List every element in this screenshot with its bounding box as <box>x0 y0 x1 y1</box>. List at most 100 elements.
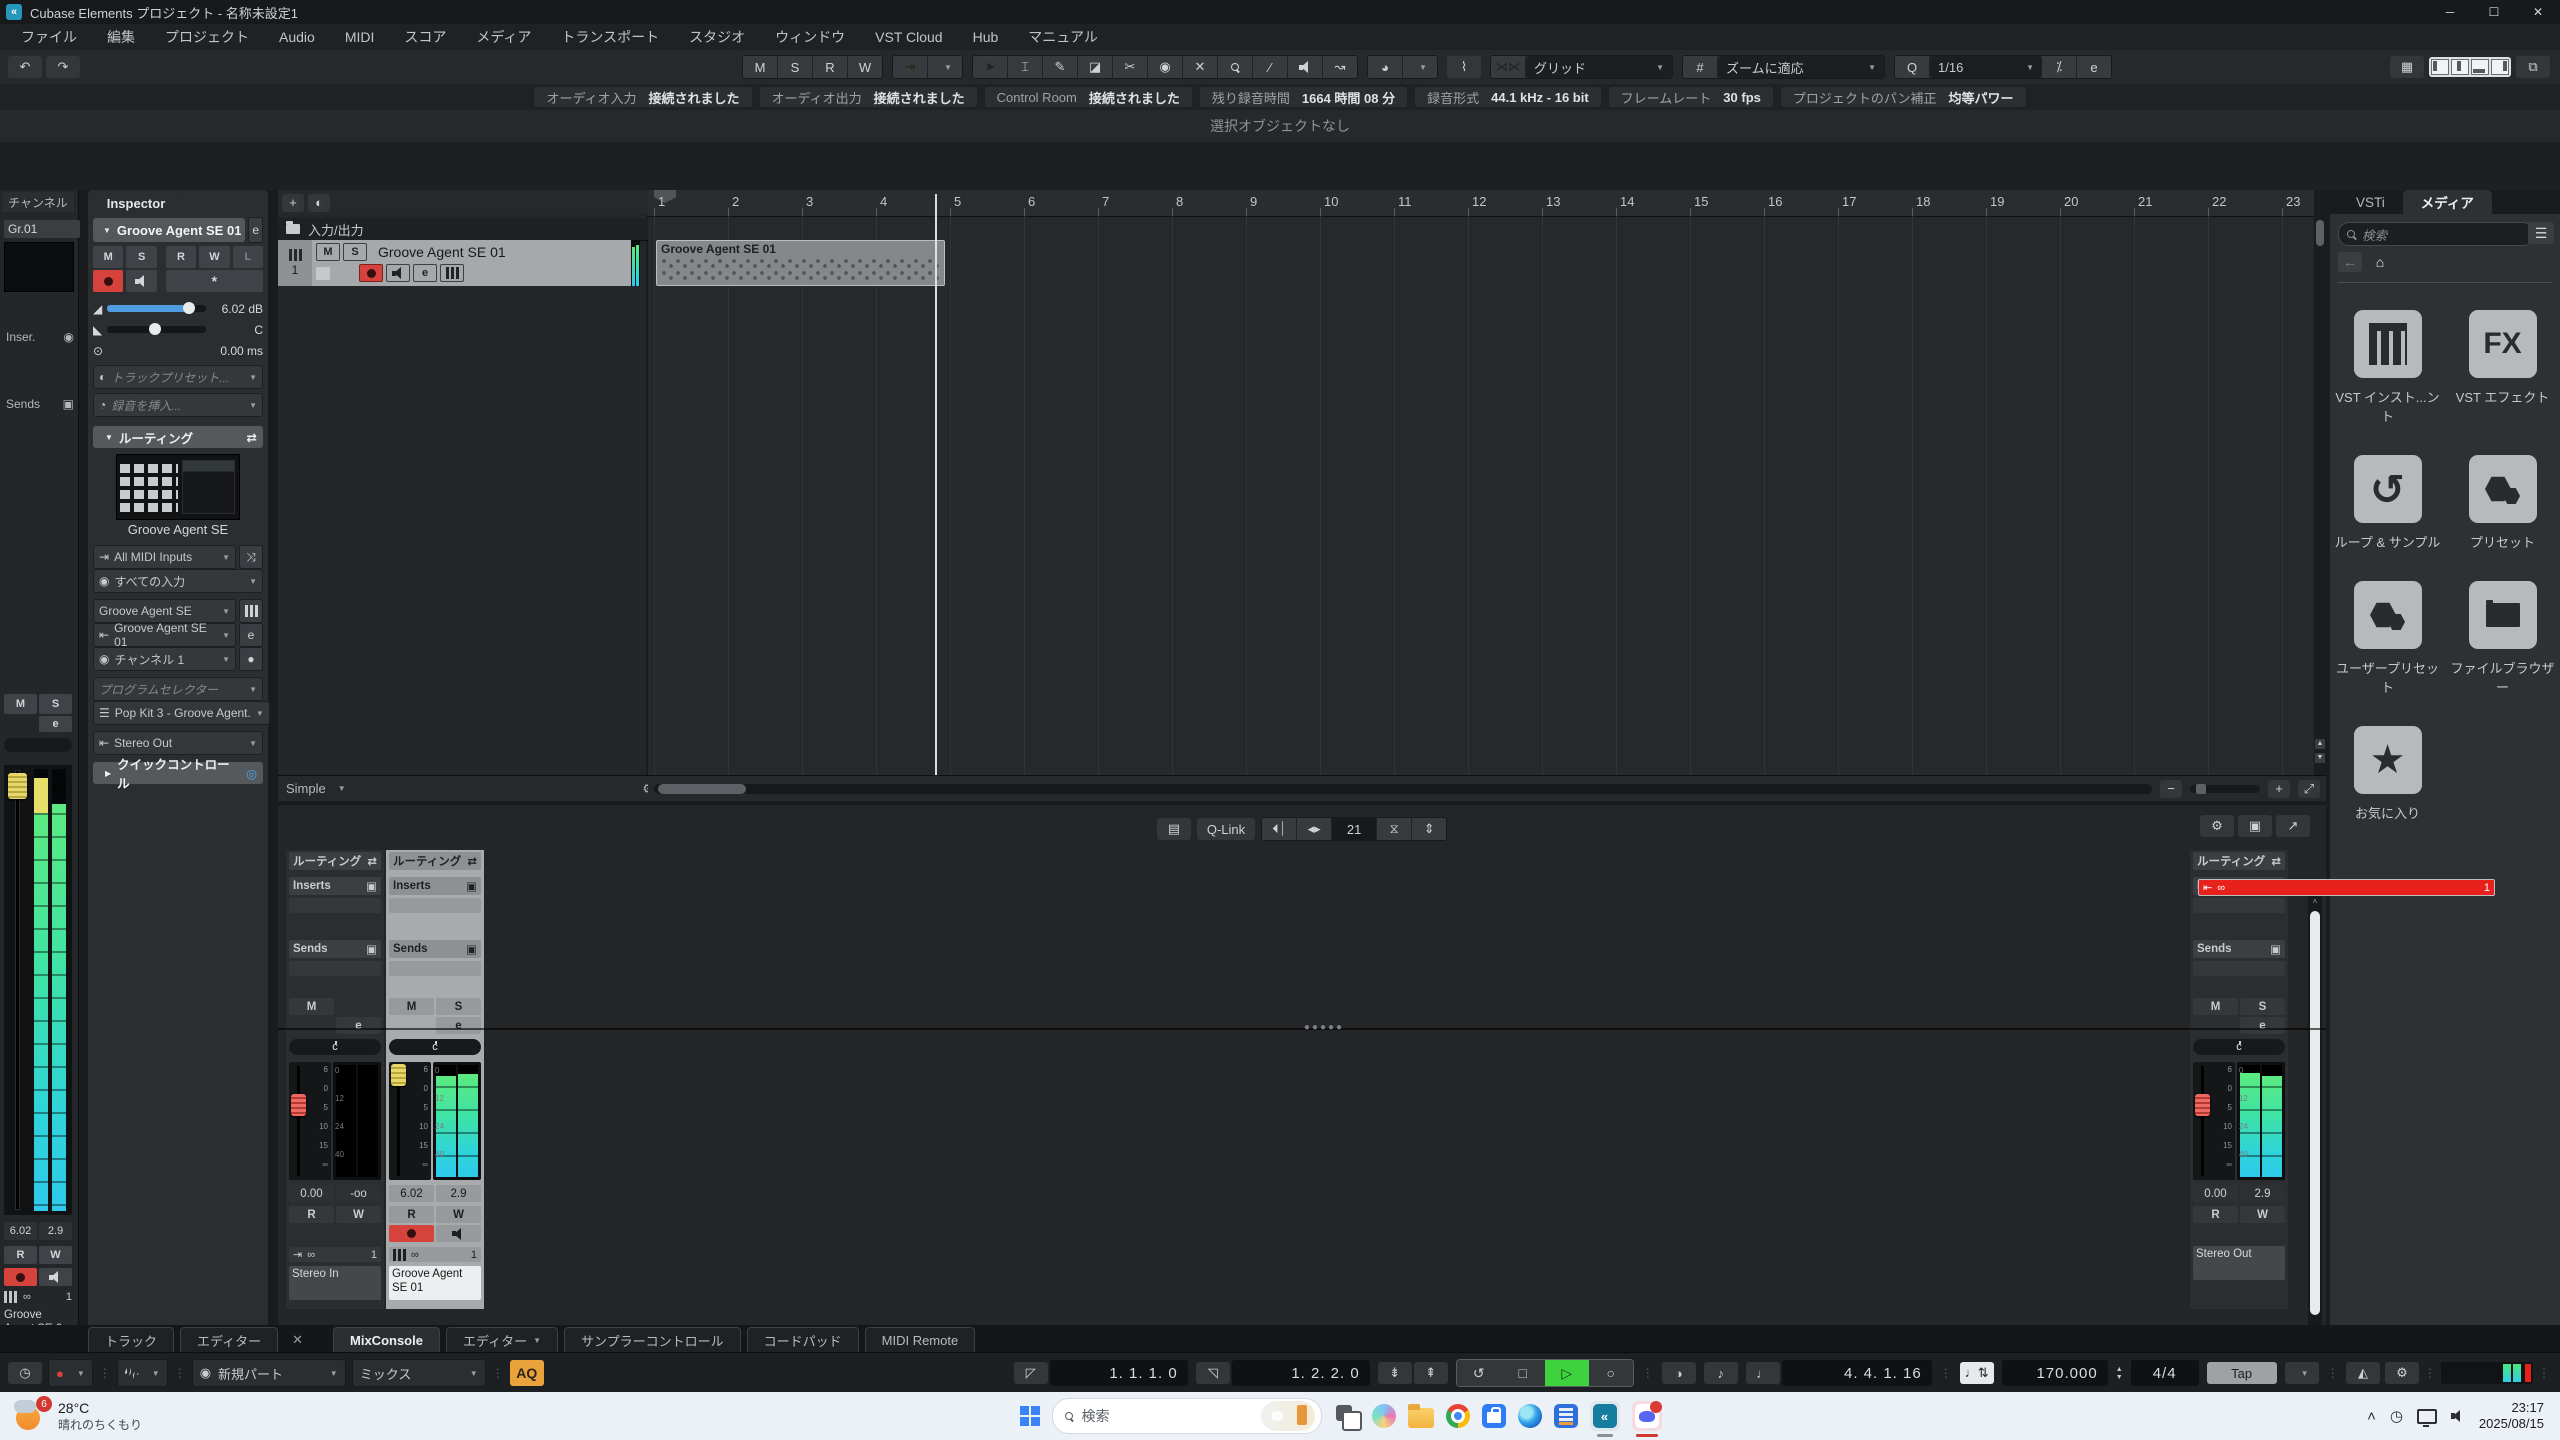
mute-button[interactable]: M <box>316 243 340 261</box>
task-view-icon[interactable] <box>1334 1403 1360 1429</box>
clock-app-icon[interactable]: ◷ <box>2390 1407 2403 1425</box>
menu-item-編集[interactable]: 編集 <box>92 24 150 50</box>
tab-サンプラーコントロール[interactable]: サンプラーコントロール <box>564 1327 741 1352</box>
glue-tool-icon[interactable]: ◉ <box>1148 56 1183 78</box>
right-locator-display[interactable]: 1. 2. 2. 0 <box>1232 1360 1370 1386</box>
io-header-row[interactable]: 入力/出力 <box>278 218 654 241</box>
fader[interactable]: 6051015∞ <box>389 1062 431 1180</box>
metronome-click-icon[interactable]: ◑ <box>1662 1362 1696 1384</box>
tempo-down-icon[interactable]: ▼ <box>2116 1374 2123 1381</box>
time-format-icon[interactable]: ♩ <box>1746 1362 1780 1384</box>
event-display[interactable]: 1234567891011121314151617181920212223 Gr… <box>648 190 2314 800</box>
redo-icon[interactable]: ↷ <box>46 56 80 78</box>
cubase-taskbar-icon[interactable]: « <box>1590 1401 1620 1431</box>
volume-slider[interactable] <box>107 305 206 312</box>
volume-value[interactable]: 6.02 <box>389 1185 434 1202</box>
media-tile-preset[interactable]: プリセット <box>2445 455 2560 551</box>
transport-clock-icon[interactable]: ◷ <box>8 1362 42 1384</box>
monitor-icon[interactable] <box>39 1268 72 1286</box>
tempo-display[interactable]: 170.000 <box>2002 1360 2108 1386</box>
solo-button[interactable]: S <box>436 998 481 1015</box>
chrome-icon[interactable] <box>1446 1404 1470 1428</box>
media-tile-file-browser[interactable]: ファイルブラウザー <box>2445 581 2560 696</box>
insert-slot[interactable] <box>389 898 481 913</box>
read-button[interactable]: R <box>166 246 196 268</box>
scroll-left-icon[interactable]: ⏴⏐ <box>1262 818 1297 840</box>
midi-cycle-mode-select[interactable]: ミックス▼ <box>352 1359 486 1387</box>
menu-item-Audio[interactable]: Audio <box>264 24 330 50</box>
edit-channel-icon[interactable]: e <box>248 217 263 243</box>
mute-button[interactable]: M <box>389 998 434 1015</box>
insert-slot[interactable] <box>2193 898 2285 913</box>
fader[interactable]: 6051015∞ <box>2193 1062 2235 1180</box>
write-button[interactable]: W <box>39 1246 72 1264</box>
home-icon[interactable]: ⌂ <box>2368 252 2392 272</box>
peak-value[interactable]: 2.9 <box>2240 1185 2285 1202</box>
notes-app-icon[interactable] <box>1554 1404 1578 1428</box>
track-row[interactable]: 1 M S Groove Agent SE 01 e <box>278 240 640 286</box>
inserts-section[interactable]: Inserts▣ <box>389 877 481 895</box>
monitor-icon[interactable] <box>436 1225 481 1242</box>
play-button[interactable]: ▷ <box>1545 1360 1589 1386</box>
read-button[interactable]: R <box>389 1206 434 1223</box>
io-row[interactable]: ⇥∞1 <box>289 1247 381 1262</box>
position-display[interactable]: 4. 4. 1. 16 <box>1782 1360 1932 1386</box>
hscroll-thumb[interactable] <box>658 784 746 794</box>
edit-channel-button[interactable]: e <box>2240 1017 2285 1034</box>
channel-inserts-label[interactable]: Inser.◉ <box>4 328 76 346</box>
peak-value[interactable]: -oo <box>336 1185 381 1202</box>
count-in-icon[interactable]: ♪ <box>1704 1362 1738 1384</box>
snap-type-select[interactable]: グリッド▼ <box>1526 56 1672 78</box>
tempo-dropdown[interactable]: ▼ <box>2285 1362 2319 1384</box>
edit-channel-button[interactable]: e <box>39 716 72 732</box>
program-selector[interactable]: プログラムセレクター▼ <box>93 677 263 701</box>
edit-channel-button[interactable]: e <box>336 1017 381 1034</box>
io-row[interactable]: ⇤∞1 <box>2198 879 2495 896</box>
instrument-output-select[interactable]: ⇤Groove Agent SE 01▼ <box>93 623 236 647</box>
minimize-icon[interactable]: ─ <box>2428 0 2472 24</box>
tempo-track-icon[interactable]: ♩⇅ <box>1960 1362 1994 1384</box>
iterative-quantize-icon[interactable]: ⁒ <box>2042 56 2077 78</box>
list-view-icon[interactable]: ☰ <box>2528 222 2554 244</box>
qlink-button[interactable]: Q-Link <box>1197 818 1255 840</box>
menu-item-VST Cloud[interactable]: VST Cloud <box>860 24 957 50</box>
track-preset-select[interactable]: ◐トラックプリセット...▼ <box>93 365 263 389</box>
quantize-select[interactable]: 1/16▼ <box>1930 56 2042 78</box>
midi-input-select[interactable]: ⇥All MIDI Inputs▼ <box>93 545 236 569</box>
mixer-channel-groove-agent-se-01[interactable]: ルーティング⇄Inserts▣Sends▣MSec6051015∞0122440… <box>386 850 484 1309</box>
channel-sends-label[interactable]: Sends▣ <box>4 395 76 413</box>
channel-fader-handle[interactable] <box>8 773 27 799</box>
menu-item-プロジェクト[interactable]: プロジェクト <box>150 24 264 50</box>
network-display-icon[interactable] <box>2417 1409 2437 1424</box>
drum-map-icon[interactable]: ● <box>239 647 263 671</box>
erase-tool-icon[interactable]: ◪ <box>1078 56 1113 78</box>
mixconsole-scroll-thumb[interactable] <box>2310 911 2320 1315</box>
edge-icon[interactable] <box>1518 1404 1542 1428</box>
instrument-icon[interactable] <box>440 264 464 282</box>
write-button[interactable]: W <box>436 1206 481 1223</box>
media-tile-loop[interactable]: ↺ループ & サンプル <box>2330 455 2445 551</box>
open-mixconsole-window-icon[interactable]: ↗ <box>2276 815 2310 837</box>
grid-type-select[interactable]: ズームに適応▼ <box>1718 56 1884 78</box>
tray-chevron-up-icon[interactable]: ˄ <box>2367 1408 2376 1425</box>
channel-pan-control[interactable] <box>4 738 72 752</box>
write-button[interactable]: W <box>2240 1206 2285 1223</box>
volume-value[interactable]: 0.00 <box>289 1185 334 1202</box>
media-tile-user-preset[interactable]: ユーザープリセット <box>2330 581 2445 696</box>
automation-r-button[interactable]: R <box>813 56 848 78</box>
automation-w-button[interactable]: W <box>848 56 882 78</box>
tab-media[interactable]: メディア <box>2403 190 2492 214</box>
routing-section[interactable]: ルーティング⇄ <box>389 852 481 870</box>
automation-m-button[interactable]: M <box>743 56 778 78</box>
fader-handle[interactable] <box>391 1064 406 1086</box>
tab-エディター[interactable]: エディター▼ <box>446 1327 558 1352</box>
midi-channel-select[interactable]: ◉チャンネル 1▼ <box>93 647 236 671</box>
media-tile-star[interactable]: ★お気に入り <box>2330 726 2445 822</box>
record-enable-icon[interactable] <box>389 1225 434 1242</box>
monitor-icon[interactable] <box>386 264 410 282</box>
event-grid[interactable]: Groove Agent SE 01 <box>648 216 2314 775</box>
lower-zone-toggle-icon[interactable] <box>2451 59 2469 75</box>
microsoft-store-icon[interactable] <box>1482 1404 1506 1428</box>
time-signature-display[interactable]: 4/4 <box>2131 1360 2199 1386</box>
mute-button[interactable]: M <box>2193 998 2238 1015</box>
